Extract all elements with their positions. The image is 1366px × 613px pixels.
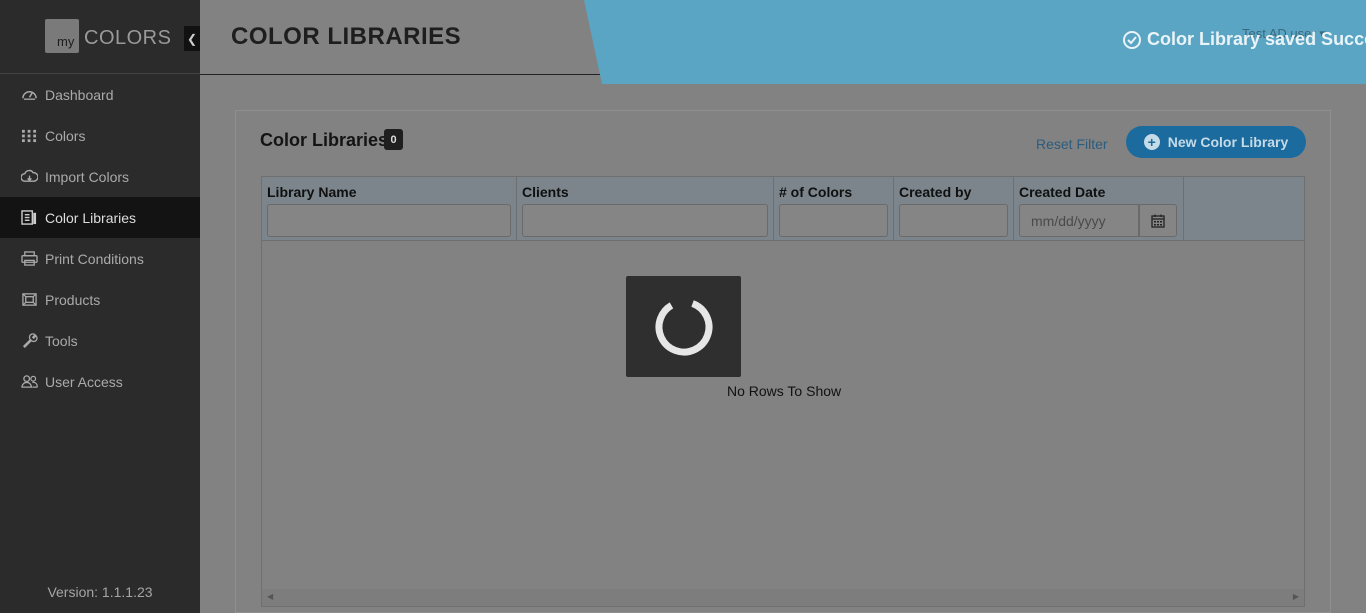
sidebar-collapse-button[interactable]: ❮	[184, 26, 200, 51]
new-button-label: New Color Library	[1167, 134, 1289, 150]
column-header-label: Created Date	[1019, 184, 1106, 200]
printer-icon	[20, 251, 38, 267]
num-colors-filter-input[interactable]	[779, 204, 888, 237]
product-icon	[20, 292, 38, 308]
sidebar-item-print-conditions[interactable]: Print Conditions	[0, 238, 200, 279]
created-date-filter-input[interactable]	[1019, 204, 1139, 237]
reset-filter-link[interactable]: Reset Filter	[1036, 136, 1108, 152]
logo-colors-text: COLORS	[84, 27, 172, 49]
cloud-upload-icon	[20, 169, 38, 185]
column-header-label: Library Name	[267, 184, 357, 200]
sidebar-item-label: Tools	[45, 332, 78, 349]
libraries-grid: Library Name Clients # of Colors Created…	[261, 176, 1305, 607]
sidebar-item-label: Colors	[45, 127, 86, 144]
chevron-left-icon: ❮	[186, 31, 198, 46]
check-circle-icon	[1123, 30, 1141, 49]
column-num-colors: # of Colors	[774, 177, 894, 240]
calendar-icon	[1151, 214, 1165, 228]
card-title: Color Libraries	[260, 130, 389, 150]
scroll-right-icon[interactable]: ▶	[1293, 592, 1299, 601]
sidebar: my COLORS ❮ Dashboard Colors Import Colo…	[0, 0, 200, 613]
column-header-label: Clients	[522, 184, 569, 200]
column-created-date: Created Date	[1014, 177, 1184, 240]
wrench-icon	[20, 333, 38, 349]
sidebar-item-dashboard[interactable]: Dashboard	[0, 74, 200, 115]
count-badge: 0	[384, 129, 403, 150]
sidebar-nav: Dashboard Colors Import Colors Color Lib…	[0, 74, 200, 402]
grid-header: Library Name Clients # of Colors Created…	[262, 177, 1304, 241]
column-clients: Clients	[517, 177, 774, 240]
loading-spinner	[626, 276, 741, 377]
logo-area: my COLORS ❮	[0, 0, 200, 74]
new-color-library-button[interactable]: + New Color Library	[1126, 126, 1306, 158]
spinner-icon	[655, 298, 712, 355]
sidebar-item-label: Color Libraries	[45, 209, 137, 226]
toast-message: Color Library saved Succe	[1122, 29, 1366, 50]
users-icon	[20, 374, 38, 390]
sidebar-item-import-colors[interactable]: Import Colors	[0, 156, 200, 197]
column-header-label: # of Colors	[779, 184, 853, 200]
column-library-name: Library Name	[262, 177, 517, 240]
column-header-label: Created by	[899, 184, 972, 200]
sidebar-item-user-access[interactable]: User Access	[0, 361, 200, 402]
library-name-filter-input[interactable]	[267, 204, 511, 237]
library-icon	[20, 210, 38, 226]
sidebar-item-color-libraries[interactable]: Color Libraries	[0, 197, 200, 238]
plus-circle-icon: +	[1143, 134, 1160, 150]
date-picker-button[interactable]	[1139, 204, 1177, 237]
sidebar-item-label: Import Colors	[45, 168, 130, 185]
sidebar-item-colors[interactable]: Colors	[0, 115, 200, 156]
sidebar-item-tools[interactable]: Tools	[0, 320, 200, 361]
sidebar-item-label: User Access	[45, 373, 123, 390]
dashboard-icon	[20, 87, 38, 103]
created-by-filter-input[interactable]	[899, 204, 1008, 237]
no-rows-message: No Rows To Show	[727, 383, 842, 399]
version-text: Version: 1.1.1.23	[47, 584, 153, 600]
sidebar-item-label: Products	[45, 291, 101, 308]
grid-dots-icon	[20, 128, 38, 144]
scroll-left-icon[interactable]: ◀	[267, 592, 273, 601]
sidebar-item-products[interactable]: Products	[0, 279, 200, 320]
toast-text: Color Library saved Succe	[1147, 29, 1366, 49]
horizontal-scrollbar[interactable]: ◀ ▶	[262, 589, 1304, 606]
clients-filter-input[interactable]	[522, 204, 768, 237]
logo-my-text: my	[57, 34, 75, 49]
page-title: COLOR LIBRARIES	[231, 23, 462, 50]
column-created-by: Created by	[894, 177, 1014, 240]
sidebar-item-label: Dashboard	[45, 86, 114, 103]
sidebar-item-label: Print Conditions	[45, 250, 144, 267]
